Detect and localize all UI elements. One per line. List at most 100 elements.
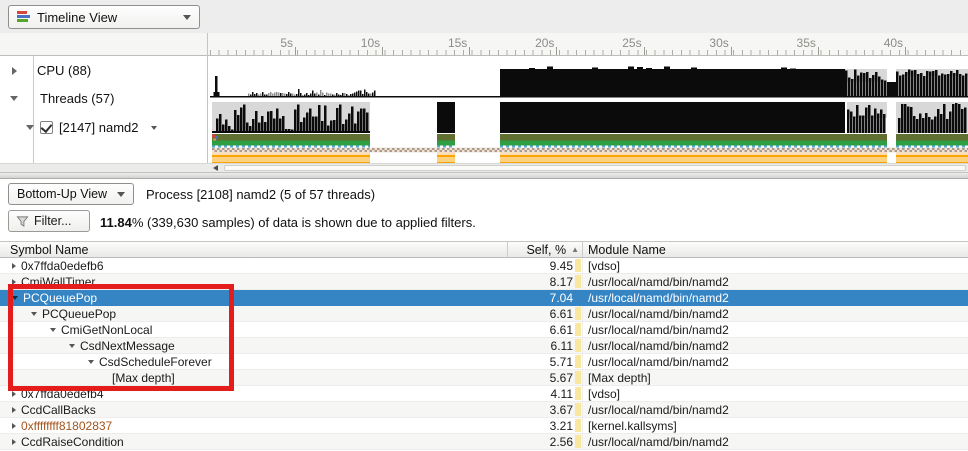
symbol-name: CsdNextMessage	[80, 338, 175, 353]
expander-icon[interactable]	[12, 278, 16, 285]
symbol-name: CmiGetNonLocal	[61, 322, 153, 337]
expander-icon[interactable]	[12, 406, 16, 413]
symbol-name: PCQueuePop	[42, 306, 117, 321]
symbol-cell: CmiWallTimer	[0, 274, 507, 289]
self-percent-value: 6.61	[549, 307, 573, 321]
table-row[interactable]: 0x7ffda0edefb6 9.45 [vdso]	[0, 258, 968, 274]
timeline-scrollbar[interactable]	[0, 163, 968, 172]
bottom-view-selector[interactable]: Bottom-Up View	[8, 183, 134, 205]
ruler-tick-label: 40s	[883, 36, 904, 50]
expander-icon[interactable]	[12, 390, 16, 397]
module-name: /usr/local/namd/bin/namd2	[588, 403, 729, 417]
expander-icon[interactable]	[12, 295, 18, 300]
symbol-name: CcdCallBacks	[21, 402, 96, 417]
expander-icon[interactable]	[50, 327, 56, 332]
ruler-tick-label: 35s	[796, 36, 816, 50]
self-percent-value: 5.71	[549, 355, 573, 369]
table-row[interactable]: PCQueuePop 6.61 /usr/local/namd/bin/namd…	[0, 306, 968, 322]
table-row[interactable]: CsdScheduleForever 5.71 /usr/local/namd/…	[0, 354, 968, 370]
ruler-major-tick	[817, 47, 819, 55]
module-name: /usr/local/namd/bin/namd2	[588, 339, 729, 353]
symbol-cell: 0x7ffda0edefb4	[0, 386, 507, 401]
symbol-cell: CcdRaiseCondition	[0, 434, 507, 449]
symbol-name: 0x7ffda0edefb6	[21, 258, 104, 273]
module-cell: /usr/local/namd/bin/namd2	[582, 274, 968, 289]
pane-splitter[interactable]	[0, 172, 968, 179]
symbol-name: [Max depth]	[112, 370, 175, 385]
timeline-view-selector[interactable]: Timeline View	[8, 5, 200, 29]
ruler-major-tick	[382, 47, 384, 55]
symbol-name: CsdScheduleForever	[99, 354, 212, 369]
process-label: Process [2108] namd2 (5 of 57 threads)	[146, 187, 376, 202]
thread-checkbox[interactable]	[40, 121, 53, 134]
filter-stats-text: % (339,630 samples) of data is shown due…	[131, 215, 476, 230]
cost-bar	[575, 387, 581, 400]
sidebar-item-thread-2147[interactable]: [2147] namd2	[26, 120, 157, 135]
header-symbol-name[interactable]: Symbol Name	[0, 242, 507, 257]
expander-open-icon[interactable]	[10, 96, 18, 101]
self-percent-cell: 8.17	[507, 274, 582, 289]
cost-bar	[575, 259, 581, 272]
cpu-activity-track[interactable]	[210, 62, 968, 99]
symbol-name: PCQueuePop	[23, 290, 98, 305]
module-name: /usr/local/namd/bin/namd2	[588, 307, 729, 321]
thread-menu-chevron-icon[interactable]	[150, 125, 157, 130]
self-percent-cell: 3.67	[507, 402, 582, 417]
expander-icon[interactable]	[88, 359, 94, 364]
expander-open-icon[interactable]	[26, 125, 34, 130]
table-row[interactable]: 0xffffffff81802837 3.21 [kernel.kallsyms…	[0, 418, 968, 434]
thread-activity-track[interactable]	[210, 102, 968, 163]
timeline-view-label: Timeline View	[37, 9, 118, 25]
module-cell: /usr/local/namd/bin/namd2	[582, 434, 968, 449]
header-self-percent[interactable]: Self, % ▲	[507, 242, 582, 257]
self-percent-cell: 4.11	[507, 386, 582, 401]
expander-closed-icon[interactable]	[12, 66, 17, 75]
symbol-cell: CmiGetNonLocal	[0, 322, 507, 337]
filter-button-label: Filter...	[34, 214, 72, 228]
table-row[interactable]: CcdRaiseCondition 2.56 /usr/local/namd/b…	[0, 434, 968, 450]
module-name: /usr/local/namd/bin/namd2	[588, 435, 729, 449]
ruler-major-tick	[295, 47, 296, 55]
bottom-up-pane: Bottom-Up View Process [2108] namd2 (5 o…	[0, 179, 968, 451]
chevron-down-icon	[183, 14, 191, 20]
module-name: [vdso]	[588, 259, 621, 273]
sidebar-item-threads[interactable]: Threads (57)	[10, 91, 114, 106]
module-cell: /usr/local/namd/bin/namd2	[582, 402, 968, 417]
sidebar-item-cpu[interactable]: CPU (88)	[12, 63, 91, 78]
table-row[interactable]: CmiWallTimer 8.17 /usr/local/namd/bin/na…	[0, 274, 968, 290]
filter-button[interactable]: Filter...	[8, 210, 90, 232]
symbol-cell: CcdCallBacks	[0, 402, 507, 417]
table-row[interactable]: CcdCallBacks 3.67 /usr/local/namd/bin/na…	[0, 402, 968, 418]
table-row[interactable]: CmiGetNonLocal 6.61 /usr/local/namd/bin/…	[0, 322, 968, 338]
self-percent-cell: 5.71	[507, 354, 582, 369]
module-cell: /usr/local/namd/bin/namd2	[582, 338, 968, 353]
cost-bar	[575, 307, 581, 320]
self-percent-value: 9.45	[549, 259, 573, 273]
self-percent-cell: 7.04	[507, 290, 582, 305]
table-row[interactable]: PCQueuePop 7.04 /usr/local/namd/bin/namd…	[0, 290, 968, 306]
ruler-major-tick	[730, 47, 732, 55]
expander-icon[interactable]	[12, 262, 16, 269]
scrollbar-thumb[interactable]	[224, 165, 966, 171]
expander-icon[interactable]	[69, 343, 75, 348]
expander-icon[interactable]	[12, 438, 16, 445]
table-row[interactable]: 0x7ffda0edefb4 4.11 [vdso]	[0, 386, 968, 402]
table-row[interactable]: CsdNextMessage 6.11 /usr/local/namd/bin/…	[0, 338, 968, 354]
thread-row-label: [2147] namd2	[59, 120, 139, 135]
timeline-toolbar: Timeline View	[0, 0, 968, 34]
self-percent-cell: 9.45	[507, 258, 582, 273]
chevron-down-icon	[117, 191, 125, 197]
expander-icon[interactable]	[31, 311, 37, 316]
expander-icon[interactable]	[12, 422, 16, 429]
symbol-name: CcdRaiseCondition	[21, 434, 124, 449]
table-header: Symbol Name Self, % ▲ Module Name	[0, 241, 968, 258]
module-name: /usr/local/namd/bin/namd2	[588, 323, 729, 337]
self-percent-cell: 6.11	[507, 338, 582, 353]
header-module-name[interactable]: Module Name	[582, 242, 968, 257]
scroll-left-icon[interactable]	[213, 165, 218, 171]
table-row[interactable]: [Max depth] 5.67 [Max depth]	[0, 370, 968, 386]
time-ruler[interactable]: 5s 10s 15s 20s 25s 30s 35s 40s	[0, 33, 968, 56]
cost-bar	[575, 323, 581, 336]
module-cell: [kernel.kallsyms]	[582, 418, 968, 433]
timeline-view-icon	[17, 11, 31, 23]
